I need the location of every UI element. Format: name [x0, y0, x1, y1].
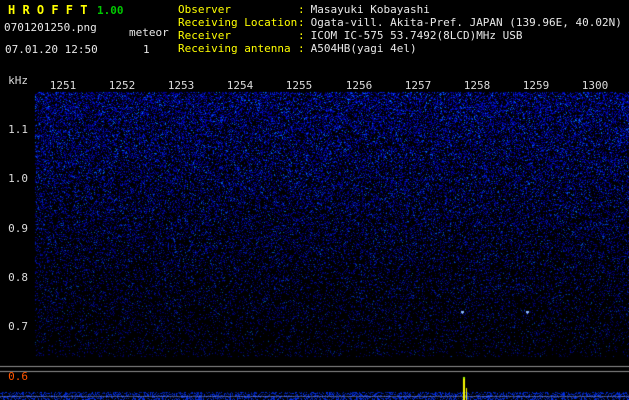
- y-tick-0p9: 0.9: [2, 222, 28, 235]
- y-tick-0p8: 0.8: [2, 271, 28, 284]
- mode-label: meteor: [129, 26, 169, 39]
- info-separator: :: [298, 42, 305, 55]
- timestamp: 07.01.20 12:50: [5, 43, 98, 56]
- info-separator: :: [298, 16, 305, 29]
- hrofft-window: H R O F F T 1.00 0701201250.png meteor 0…: [0, 0, 629, 400]
- y-tick-1p1: 1.1: [2, 123, 28, 136]
- y-tick-0p7: 0.7: [2, 320, 28, 333]
- x-tick-1252: 1252: [108, 79, 136, 92]
- spectrogram-canvas: [0, 0, 629, 400]
- x-tick-1253: 1253: [167, 79, 195, 92]
- info-label: Observer: [178, 3, 298, 16]
- x-tick-1300: 1300: [581, 79, 609, 92]
- app-version: 1.00: [97, 4, 124, 17]
- x-tick-1255: 1255: [285, 79, 313, 92]
- x-tick-1259: 1259: [522, 79, 550, 92]
- info-value: Ogata-vill. Akita-Pref. JAPAN (139.96E, …: [311, 16, 622, 29]
- observer-info: Observer: Masayuki Kobayashi Receiving Lo…: [178, 3, 622, 55]
- info-value: A504HB(yagi 4el): [311, 42, 417, 55]
- meteor-count: 1: [143, 43, 150, 56]
- info-value: Masayuki Kobayashi: [311, 3, 430, 16]
- info-value: ICOM IC-575 53.7492(8LCD)MHz USB: [311, 29, 523, 42]
- x-tick-1256: 1256: [345, 79, 373, 92]
- y-tick-0p6: 0.6: [2, 370, 28, 383]
- info-label: Receiving Location: [178, 16, 298, 29]
- info-separator: :: [298, 3, 305, 16]
- x-tick-1251: 1251: [49, 79, 77, 92]
- info-row-antenna: Receiving antenna: A504HB(yagi 4el): [178, 42, 622, 55]
- x-tick-1254: 1254: [226, 79, 254, 92]
- info-row-location: Receiving Location: Ogata-vill. Akita-Pre…: [178, 16, 622, 29]
- y-axis-unit: kHz: [2, 74, 28, 87]
- y-tick-1p0: 1.0: [2, 172, 28, 185]
- info-row-receiver: Receiver: ICOM IC-575 53.7492(8LCD)MHz US…: [178, 29, 622, 42]
- x-tick-1258: 1258: [463, 79, 491, 92]
- info-row-observer: Observer: Masayuki Kobayashi: [178, 3, 622, 16]
- info-label: Receiver: [178, 29, 298, 42]
- info-separator: :: [298, 29, 305, 42]
- output-filename: 0701201250.png: [4, 21, 97, 34]
- info-label: Receiving antenna: [178, 42, 298, 55]
- app-title: H R O F F T: [8, 3, 87, 17]
- x-tick-1257: 1257: [404, 79, 432, 92]
